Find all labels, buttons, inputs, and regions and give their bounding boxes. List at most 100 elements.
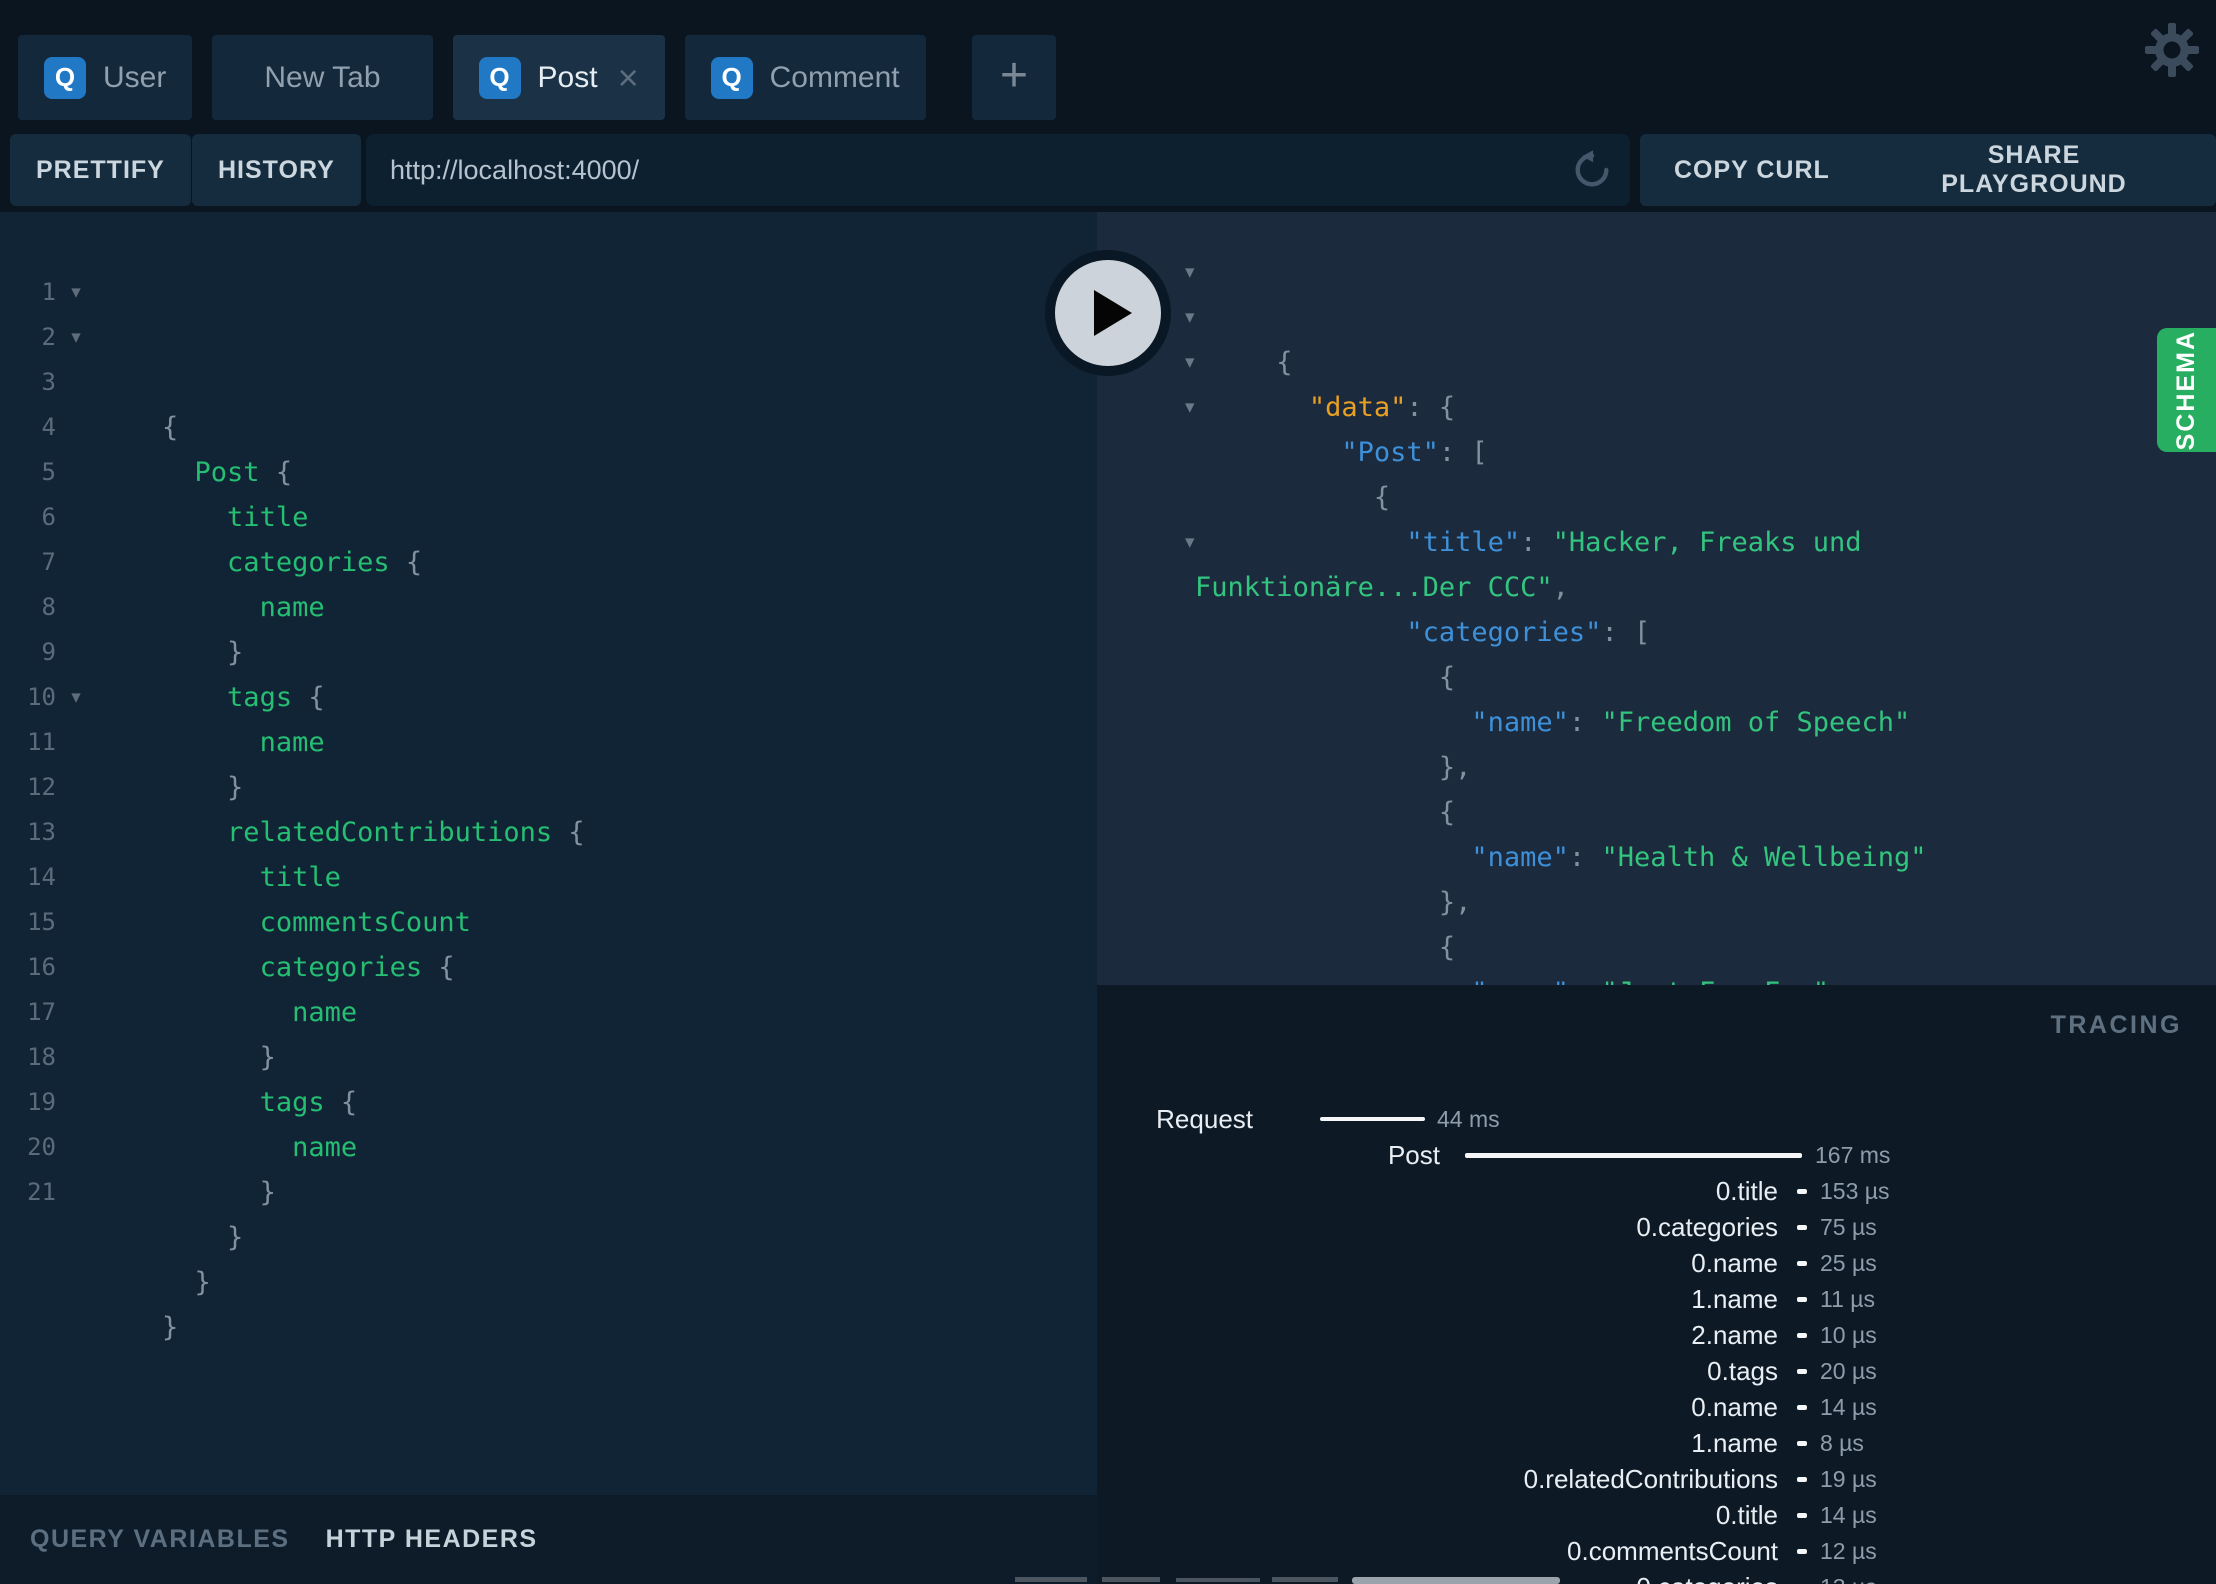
editor-line: 16 tags { (0, 945, 1097, 1118)
trace-label: 2.name (1691, 1320, 1778, 1350)
clipped-text-artifact (1272, 1577, 1338, 1582)
reset-endpoint-icon[interactable] (1570, 148, 1614, 192)
fold-arrow-icon[interactable]: ▾ (60, 270, 92, 315)
line-number: 21 (27, 1178, 56, 1206)
tab-comment[interactable]: Q Comment (684, 35, 926, 120)
trace-duration-value: 19 µs (1820, 1466, 1877, 1492)
fold-arrow-icon[interactable]: ▾ (60, 315, 92, 360)
trace-duration-value: 75 µs (1820, 1214, 1877, 1240)
trace-duration-value: 20 µs (1820, 1358, 1877, 1384)
tracing-title: TRACING (2050, 1011, 2182, 1039)
line-number: 8 (41, 593, 56, 621)
line-number: 14 (27, 863, 56, 891)
fold-arrow-icon[interactable]: ▾ (60, 675, 92, 720)
trace-label: 0.categories (1636, 1212, 1778, 1242)
line-number: 10 (27, 683, 56, 711)
line-number: 12 (27, 773, 56, 801)
trace-duration-bar (1797, 1440, 1807, 1446)
tracing-panel: TRACING Request 44 ms Post 167 ms 0.titl… (1097, 985, 2216, 1584)
query-editor-code: 1 ▾ { 2 ▾ Post { 3 title 4 categories { … (0, 270, 1097, 1343)
editor-line: 14 name (0, 855, 1097, 1028)
response-line: "name": "Health & Wellbeing" (1097, 745, 2216, 873)
play-button-circle (1055, 260, 1161, 366)
trace-label: 0.title (1715, 1176, 1778, 1206)
line-number: 18 (27, 1043, 56, 1071)
editor-line: 4 categories { (0, 405, 1097, 578)
trace-duration-value: 10 µs (1820, 1322, 1877, 1348)
editor-line: 10 ▾ relatedContributions { (0, 675, 1097, 848)
share-playground-button[interactable]: SHARE PLAYGROUND (1852, 134, 2216, 206)
line-number: 16 (27, 953, 56, 981)
play-triangle-icon (1094, 290, 1132, 336)
editor-code-text: } (162, 1312, 179, 1343)
query-variables-toggle[interactable]: QUERY VARIABLES (30, 1525, 290, 1554)
response-line: ▾ { (1097, 385, 2216, 513)
close-tab-icon[interactable]: × (618, 59, 639, 95)
trace-duration-value: 13 µs (1820, 1569, 1877, 1584)
editor-code-text: } (162, 1267, 211, 1298)
copy-curl-button[interactable]: COPY CURL (1640, 134, 1864, 206)
response-line: } (1097, 925, 2216, 970)
horizontal-scrollbar-thumb[interactable] (1352, 1577, 1560, 1584)
line-number: 9 (41, 638, 56, 666)
endpoint-url-input[interactable] (366, 134, 1630, 206)
schema-side-tab[interactable]: SCHEMA (2157, 328, 2216, 452)
http-headers-toggle[interactable]: HTTP HEADERS (326, 1525, 538, 1554)
query-editor[interactable]: 1 ▾ { 2 ▾ Post { 3 title 4 categories { … (0, 212, 1097, 1495)
trace-label: 0.tags (1707, 1356, 1778, 1386)
line-number: 4 (41, 413, 56, 441)
trace-row: Post 167 ms (1097, 1137, 2216, 1173)
editor-line: 19 } (0, 1080, 1097, 1253)
fold-arrow-icon[interactable]: ▾ (1185, 520, 1211, 565)
line-number: 5 (41, 458, 56, 486)
trace-duration-bar (1797, 1188, 1807, 1194)
trace-row: 0.title 153 µs (1097, 1173, 2216, 1209)
execute-query-button[interactable] (1045, 250, 1171, 376)
prettify-button[interactable]: PRETTIFY (10, 134, 191, 206)
new-tab-button[interactable]: + (972, 35, 1056, 120)
fold-arrow-icon[interactable]: ▾ (1185, 385, 1211, 430)
editor-line: 8 name (0, 585, 1097, 758)
trace-row: Request 44 ms (1097, 1101, 2216, 1137)
line-number: 2 (41, 323, 56, 351)
trace-label: Post (1387, 1140, 1440, 1170)
clipped-text-artifact (1176, 1578, 1260, 1582)
editor-line: 20 } (0, 1125, 1097, 1298)
trace-duration-bar (1797, 1476, 1807, 1482)
response-line: ▾ "data": { (1097, 295, 2216, 423)
editor-line: 12 commentsCount (0, 765, 1097, 938)
tab-post[interactable]: Q Post × (452, 35, 665, 120)
tab-user[interactable]: Q User (18, 35, 193, 120)
tab-new-tab[interactable]: New Tab (212, 35, 433, 120)
history-button[interactable]: HISTORY (192, 134, 361, 206)
query-type-badge: Q (44, 56, 86, 99)
trace-label: 0.name (1691, 1392, 1778, 1422)
line-number: 3 (41, 368, 56, 396)
trace-duration-value: 8 µs (1820, 1430, 1864, 1456)
trace-duration-value: 14 µs (1820, 1394, 1877, 1420)
editor-line: 18 } (0, 1035, 1097, 1208)
trace-duration-bar (1465, 1152, 1802, 1158)
trace-duration-bar (1797, 1296, 1807, 1302)
trace-duration-value: 12 µs (1820, 1538, 1877, 1564)
trace-label: Request (1156, 1104, 1253, 1134)
fold-arrow-icon[interactable]: ▾ (1185, 250, 1211, 295)
trace-duration-value: 11 µs (1820, 1286, 1876, 1312)
trace-row: 1.name 8 µs (1097, 1425, 2216, 1461)
settings-gear-icon[interactable] (2144, 22, 2200, 78)
line-number: 13 (27, 818, 56, 846)
trace-label: 0.name (1691, 1248, 1778, 1278)
trace-label: 1.name (1691, 1428, 1778, 1458)
trace-duration-bar (1797, 1368, 1807, 1374)
query-type-badge: Q (710, 56, 753, 99)
trace-row: 1.name 11 µs (1097, 1281, 2216, 1317)
trace-label: 0.relatedContributions (1523, 1464, 1778, 1494)
trace-row: 0.commentsCount 12 µs (1097, 1533, 2216, 1569)
fold-arrow-icon[interactable]: ▾ (1185, 295, 1211, 340)
line-number: 1 (41, 278, 56, 306)
clipped-text-artifact (1102, 1577, 1160, 1582)
top-bar: Q User New Tab Q Post × Q Comment + PRET… (0, 0, 2216, 212)
fold-arrow-icon[interactable]: ▾ (1185, 340, 1211, 385)
trace-row: 0.categories 13 µs (1097, 1569, 2216, 1584)
response-line: { (1097, 835, 2216, 963)
